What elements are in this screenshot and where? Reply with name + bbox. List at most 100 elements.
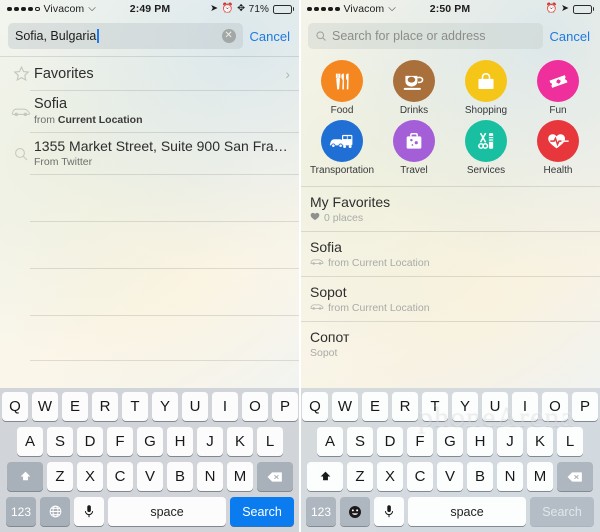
key-v[interactable]: V (437, 462, 463, 491)
key-e[interactable]: E (62, 392, 88, 421)
search-input-placeholder: Search for place or address (332, 29, 486, 43)
backspace-key[interactable] (557, 462, 593, 491)
left-status-bar: Vivacom ⌵ 2:49 PM ➤ ⏰ ✥ 71% (0, 0, 300, 18)
suitcase-icon (393, 120, 435, 162)
list-item-my-favorites[interactable]: My Favorites 0 places (300, 187, 600, 231)
left-keyboard: QWERTYUIOP ASDFGHJKL ZXCVBNM 123 space S… (0, 388, 300, 532)
space-key[interactable]: space (108, 497, 226, 526)
list-item-title: Sofia (310, 239, 342, 255)
key-d[interactable]: D (377, 427, 403, 456)
list-item-market-street[interactable]: 1355 Market Street, Suite 900 San Fra… F… (0, 133, 300, 174)
category-drinks[interactable]: Drinks (379, 60, 449, 116)
empty-list-row (0, 316, 300, 360)
key-m[interactable]: M (227, 462, 253, 491)
key-a[interactable]: A (17, 427, 43, 456)
list-item-sopot[interactable]: Sopot from Current Location (300, 277, 600, 321)
key-t[interactable]: T (422, 392, 448, 421)
key-f[interactable]: F (107, 427, 133, 456)
key-b[interactable]: B (467, 462, 493, 491)
list-item-title: Сопот (310, 329, 350, 345)
category-transportation[interactable]: Transportation (307, 120, 377, 176)
emoji-smiley-icon[interactable] (340, 497, 370, 526)
key-i[interactable]: I (512, 392, 538, 421)
space-key[interactable]: space (408, 497, 526, 526)
star-icon (8, 65, 34, 82)
key-p[interactable]: P (272, 392, 298, 421)
category-fun[interactable]: Fun (523, 60, 593, 116)
key-p[interactable]: P (572, 392, 598, 421)
key-u[interactable]: U (182, 392, 208, 421)
key-u[interactable]: U (482, 392, 508, 421)
key-d[interactable]: D (77, 427, 103, 456)
key-l[interactable]: L (257, 427, 283, 456)
key-w[interactable]: W (332, 392, 358, 421)
category-shopping[interactable]: Shopping (451, 60, 521, 116)
clear-search-button[interactable]: ✕ (221, 29, 236, 43)
key-m[interactable]: M (527, 462, 553, 491)
cancel-button[interactable]: Cancel (550, 29, 592, 44)
category-health[interactable]: Health (523, 120, 593, 176)
key-e[interactable]: E (362, 392, 388, 421)
key-a[interactable]: A (317, 427, 343, 456)
key-f[interactable]: F (407, 427, 433, 456)
key-r[interactable]: R (92, 392, 118, 421)
microphone-key[interactable] (74, 497, 104, 526)
list-item-sofia[interactable]: Sofia from Current Location (300, 232, 600, 276)
keyboard-row-1: QWERTYUIOP (2, 392, 298, 421)
search-key[interactable]: Search (230, 497, 294, 526)
backspace-key[interactable] (257, 462, 293, 491)
key-o[interactable]: O (542, 392, 568, 421)
category-travel[interactable]: Travel (379, 120, 449, 176)
key-o[interactable]: O (242, 392, 268, 421)
key-t[interactable]: T (122, 392, 148, 421)
cancel-button[interactable]: Cancel (250, 29, 292, 44)
key-n[interactable]: N (497, 462, 523, 491)
search-input[interactable]: Search for place or address (308, 23, 543, 49)
key-z[interactable]: Z (47, 462, 73, 491)
key-n[interactable]: N (197, 462, 223, 491)
key-h[interactable]: H (467, 427, 493, 456)
key-i[interactable]: I (212, 392, 238, 421)
list-item-sopot-cyrillic[interactable]: Сопот Sopot (300, 322, 600, 366)
key-h[interactable]: H (167, 427, 193, 456)
list-item-sofia[interactable]: Sofia from Current Location (0, 91, 300, 132)
list-item-title: Sofia (34, 96, 68, 112)
numeric-key[interactable]: 123 (306, 497, 336, 526)
key-y[interactable]: Y (452, 392, 478, 421)
key-b[interactable]: B (167, 462, 193, 491)
category-grid: Food Drinks Shopping Fun Transportation … (300, 56, 600, 186)
key-w[interactable]: W (32, 392, 58, 421)
key-c[interactable]: C (107, 462, 133, 491)
key-q[interactable]: Q (2, 392, 28, 421)
key-l[interactable]: L (557, 427, 583, 456)
globe-icon[interactable] (40, 497, 70, 526)
shift-key[interactable] (307, 462, 343, 491)
keyboard-row-3: ZXCVBNM (302, 462, 598, 491)
key-y[interactable]: Y (152, 392, 178, 421)
key-z[interactable]: Z (347, 462, 373, 491)
key-k[interactable]: K (527, 427, 553, 456)
numeric-key[interactable]: 123 (6, 497, 36, 526)
category-services[interactable]: Services (451, 120, 521, 176)
key-q[interactable]: Q (302, 392, 328, 421)
key-x[interactable]: X (77, 462, 103, 491)
key-g[interactable]: G (437, 427, 463, 456)
key-k[interactable]: K (227, 427, 253, 456)
shift-key[interactable] (7, 462, 43, 491)
key-j[interactable]: J (197, 427, 223, 456)
key-g[interactable]: G (137, 427, 163, 456)
key-s[interactable]: S (347, 427, 373, 456)
key-x[interactable]: X (377, 462, 403, 491)
search-input[interactable]: Sofia, Bulgaria ✕ (8, 23, 243, 49)
keyboard-row-4: 123 space Search (302, 497, 598, 526)
search-key[interactable]: Search (530, 497, 594, 526)
key-j[interactable]: J (497, 427, 523, 456)
key-v[interactable]: V (137, 462, 163, 491)
list-item-favorites[interactable]: Favorites › (0, 57, 300, 90)
keyboard-row-1: QWERTYUIOP (302, 392, 598, 421)
microphone-key[interactable] (374, 497, 404, 526)
category-food[interactable]: Food (307, 60, 377, 116)
key-c[interactable]: C (407, 462, 433, 491)
key-s[interactable]: S (47, 427, 73, 456)
key-r[interactable]: R (392, 392, 418, 421)
